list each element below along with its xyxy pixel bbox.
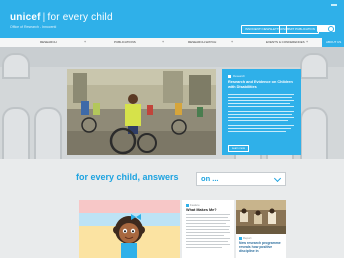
article-text-line [186, 220, 230, 222]
plus-icon[interactable]: + [162, 38, 164, 47]
article-text-line [186, 217, 228, 219]
card-text-line [228, 97, 292, 99]
nav-item-publications[interactable]: PUBLICATIONS [114, 38, 136, 47]
search-icon [328, 26, 334, 32]
article-text-line [186, 238, 230, 240]
article-text-line [186, 247, 222, 249]
nav-item-events[interactable]: EVENTS & CONFERENCES [266, 38, 305, 47]
card-text-line [228, 117, 294, 119]
report-card[interactable]: Report New research programme reveals ho… [236, 200, 286, 258]
article-text-line [186, 229, 229, 231]
card-text-line [228, 100, 294, 102]
dropdown-value: on ... [201, 174, 219, 183]
hero-illustration [67, 69, 216, 155]
card-text-line [228, 125, 294, 127]
report-title[interactable]: New research programme reveals how posit… [239, 241, 284, 253]
plus-icon[interactable]: + [231, 38, 233, 47]
chevron-down-icon [273, 174, 282, 183]
logo-text: unicef [10, 12, 41, 23]
header-bar: unicef | for every child Office of Researc… [0, 0, 344, 38]
card-text-line [228, 103, 290, 105]
card-text-line [228, 114, 292, 116]
article-tag: Feature [190, 203, 200, 207]
feature-card[interactable]: Research Research and Evidence on Childr… [222, 69, 301, 155]
answers-headline: for every child, answers [76, 172, 179, 182]
card-tag: Research [233, 74, 245, 78]
page: unicef | for every child Office of Researc… [0, 0, 344, 258]
article-card[interactable]: Feature What Makes Me? [182, 200, 234, 258]
article-text-line [186, 226, 230, 228]
logo-subtagline: Office of Research - Innocenti [10, 25, 57, 29]
research-icon [228, 75, 231, 78]
topic-dropdown[interactable]: on ... [196, 172, 286, 186]
hero-image[interactable] [67, 69, 216, 155]
report-photo[interactable] [236, 200, 286, 234]
article-text-line [186, 244, 230, 246]
nav-item-research-watch[interactable]: RESEARCH-WATCH [188, 38, 216, 47]
girl-illustration [113, 214, 145, 258]
article-title[interactable]: What Makes Me? [186, 208, 217, 212]
card-text-line [228, 106, 294, 108]
card-title[interactable]: Research and Evidence on Children with D… [228, 80, 296, 89]
search-input[interactable] [317, 25, 335, 32]
card-text-line [228, 128, 291, 130]
header-decoration [331, 4, 337, 6]
plus-icon[interactable]: + [306, 38, 308, 47]
nav-item-research[interactable]: RESEARCH [40, 38, 57, 47]
card-text-line [228, 120, 288, 122]
article-text-line [186, 241, 228, 243]
plus-icon[interactable]: + [84, 38, 86, 47]
article-text-line [186, 232, 230, 234]
submit-publication-button[interactable]: SUBMIT PUBLICATION [279, 25, 319, 34]
logo-tagline: for every child [47, 12, 113, 23]
card-text-line [228, 94, 294, 96]
article-text-line [186, 235, 224, 237]
article-text-line [186, 223, 226, 225]
logo-separator: | [42, 12, 46, 23]
nav-item-about[interactable]: ABOUT US [322, 38, 344, 47]
unicef-logo[interactable]: unicef | for every child [10, 12, 113, 23]
classroom-photo [236, 200, 286, 234]
report-icon [239, 237, 242, 240]
report-tag: Report [243, 236, 252, 240]
learn-more-button[interactable]: Learn more [228, 145, 249, 152]
card-text-line [228, 111, 294, 113]
featured-illustration-card[interactable] [79, 200, 180, 258]
article-text-line [186, 214, 230, 216]
feature-icon [186, 204, 189, 207]
card-text-line [228, 131, 286, 133]
